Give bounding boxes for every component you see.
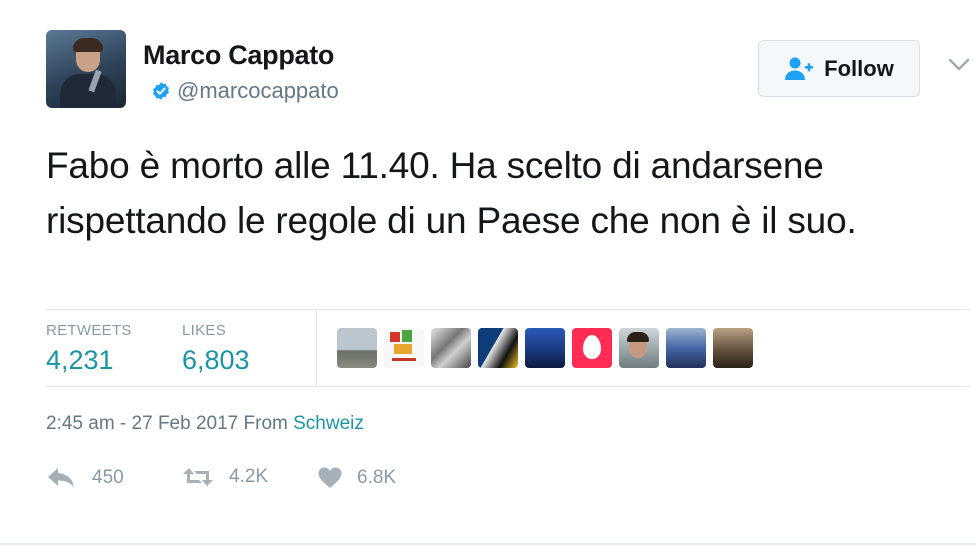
follow-user-icon [785, 57, 814, 80]
retweets-label: RETWEETS [46, 322, 132, 339]
tweet-text: Fabo è morto alle 11.40. Ha scelto di an… [46, 145, 857, 241]
retweets-stat[interactable]: RETWEETS 4,231 [46, 322, 132, 376]
author-name[interactable]: Marco Cappato [143, 40, 334, 71]
liker-avatar[interactable] [431, 328, 471, 368]
retweet-action[interactable]: 4.2K [181, 466, 268, 488]
tweet-timestamp-row: 2:45 am - 27 Feb 2017 From Schweiz [46, 413, 364, 435]
stats-vertical-divider [316, 309, 317, 386]
author-avatar[interactable] [46, 30, 126, 108]
liker-avatars [337, 328, 753, 368]
retweets-count: 4,231 [46, 345, 114, 375]
reply-icon [48, 468, 74, 488]
tweet-timestamp[interactable]: 2:45 am - 27 Feb 2017 From [46, 413, 293, 434]
follow-button-label: Follow [824, 55, 894, 81]
author-handle-row[interactable]: @marcocappato [151, 78, 339, 104]
like-action[interactable]: 6.8K [317, 466, 396, 490]
follow-button[interactable]: Follow [758, 40, 920, 97]
author-handle: @marcocappato [177, 78, 339, 103]
liker-avatar[interactable] [572, 328, 612, 368]
stats-top-divider [46, 309, 970, 310]
avatar-figure-hair [73, 38, 103, 52]
retweet-count: 4.2K [229, 466, 269, 487]
reply-action[interactable]: 450 [46, 466, 124, 490]
tweet-location-link[interactable]: Schweiz [293, 413, 364, 434]
avatar-figure-body [60, 74, 116, 108]
liker-avatar[interactable] [525, 328, 565, 368]
liker-avatar[interactable] [478, 328, 518, 368]
verified-badge-icon [153, 82, 169, 100]
stats-bottom-divider [46, 386, 970, 387]
like-count: 6.8K [357, 467, 397, 488]
liker-avatar[interactable] [666, 328, 706, 368]
liker-avatar[interactable] [337, 328, 377, 368]
likes-count: 6,803 [182, 345, 250, 375]
liker-avatar[interactable] [384, 328, 424, 368]
liker-avatar[interactable] [619, 328, 659, 368]
retweet-icon [183, 468, 213, 486]
tweet-bottom-border [0, 543, 976, 545]
likes-label: LIKES [182, 322, 227, 339]
likes-stat[interactable]: LIKES 6,803 [182, 322, 250, 376]
reply-count: 450 [92, 467, 124, 488]
heart-icon [318, 467, 342, 488]
chevron-down-icon[interactable] [948, 58, 970, 72]
liker-avatar[interactable] [713, 328, 753, 368]
